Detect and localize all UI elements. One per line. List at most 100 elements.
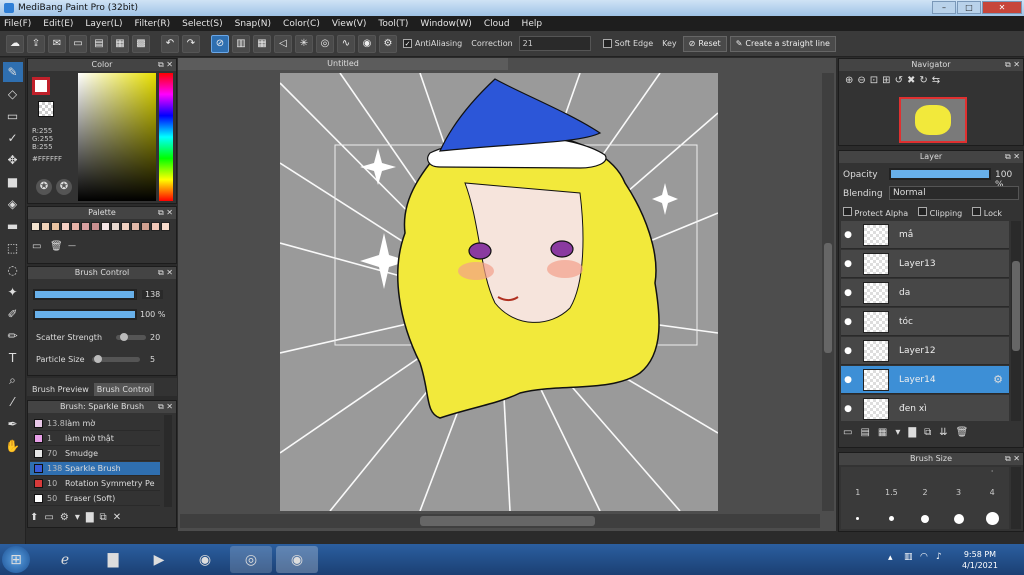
visibility-icon[interactable]: ● — [841, 346, 855, 356]
gradient-tool-icon[interactable]: ▬ — [3, 216, 23, 236]
size-dot-xs[interactable] — [841, 508, 875, 529]
color-picker-icon[interactable]: ✪ — [56, 179, 72, 195]
new-layer-icon[interactable]: ▭ — [843, 427, 852, 443]
close-icon[interactable]: ⧉ ✕ — [1005, 151, 1020, 163]
reset-button[interactable]: ⊘ Reset — [682, 35, 727, 52]
size-dot-l[interactable] — [942, 508, 976, 529]
check-tool-icon[interactable]: ✓ — [3, 128, 23, 148]
soft-edge-checkbox[interactable] — [602, 39, 612, 48]
horizontal-scroll-thumb[interactable] — [420, 516, 595, 526]
new-file-icon[interactable]: ▭ — [69, 34, 87, 53]
palette-swatch[interactable] — [61, 222, 70, 231]
visibility-icon[interactable]: ● — [841, 259, 855, 269]
select-pen-tool-icon[interactable]: ✐ — [3, 304, 23, 324]
brush-list-item[interactable]: 13.8 làm mờ — [30, 417, 160, 431]
brush-list-item[interactable]: 138 Sparkle Brush — [30, 462, 160, 476]
protect-alpha-option[interactable]: Protect Alpha — [843, 207, 908, 218]
close-icon[interactable]: ⧉ ✕ — [1005, 453, 1020, 465]
drawing-canvas[interactable] — [280, 73, 718, 511]
snap-concentric-icon[interactable]: ◉ — [358, 34, 376, 53]
tab-brush-preview[interactable]: Brush Preview — [29, 383, 92, 396]
comment-icon[interactable]: ✉ — [48, 34, 66, 53]
fit-window-icon[interactable]: ⊡ — [870, 75, 878, 93]
brush-tool-icon[interactable]: ✎ — [2, 62, 23, 82]
size-option-4[interactable]: 4 — [975, 488, 1009, 509]
navigator-preview[interactable] — [899, 97, 967, 143]
flip-icon[interactable]: ⇆ — [932, 75, 940, 93]
menu-edit[interactable]: Edit(E) — [43, 19, 73, 29]
layer-row[interactable]: ● tóc — [841, 308, 1009, 336]
visibility-icon[interactable]: ● — [841, 404, 855, 414]
brush-copy-icon[interactable]: ⧉ — [100, 512, 107, 523]
blending-select[interactable]: Normal — [889, 186, 1019, 200]
chrome-icon[interactable]: ◉ — [184, 546, 226, 573]
layer-settings-icon[interactable]: ⚙ — [993, 373, 1003, 386]
brush-size-value[interactable]: 138 — [142, 290, 164, 299]
brush-list-scrollbar[interactable] — [164, 415, 172, 507]
size-dot-s[interactable] — [875, 508, 909, 529]
palette-swatch[interactable] — [31, 222, 40, 231]
menu-tool[interactable]: Tool(T) — [378, 19, 408, 29]
menu-file[interactable]: File(F) — [4, 19, 31, 29]
close-icon[interactable]: ⧉ ✕ — [158, 59, 173, 71]
zoom-in-icon[interactable]: ⊕ — [845, 75, 853, 93]
brush-list-item[interactable]: 50 Eraser (Soft) — [30, 492, 160, 506]
layer-row[interactable]: ● da — [841, 279, 1009, 307]
scatter-strength-slider[interactable] — [116, 333, 146, 341]
size-option-1.5[interactable]: 1.5 — [875, 488, 909, 509]
palette-swatch[interactable] — [111, 222, 120, 231]
antialiasing-checkbox[interactable]: ✓ — [403, 39, 412, 48]
layer-scroll-thumb[interactable] — [1012, 261, 1020, 351]
palette-swatch[interactable] — [81, 222, 90, 231]
minimize-button[interactable]: – — [932, 1, 956, 14]
canvas-horizontal-scrollbar[interactable] — [180, 514, 820, 528]
scatter-strength-knob[interactable] — [120, 333, 129, 341]
palette-more-icon[interactable]: — — [68, 241, 76, 250]
cloud-icon[interactable]: ☁ — [6, 34, 24, 53]
green-app-icon[interactable]: ◎ — [230, 546, 272, 573]
add-brush-icon[interactable]: ⬆ — [30, 512, 38, 523]
save-icon[interactable]: ▤ — [90, 34, 108, 53]
layer-row[interactable]: ● Layer13 — [841, 250, 1009, 278]
hue-slider[interactable] — [159, 73, 173, 201]
tab-brush-control[interactable]: Brush Control — [93, 383, 155, 396]
menu-color[interactable]: Color(C) — [283, 19, 320, 29]
snap-parallel-icon[interactable]: ▥ — [232, 34, 250, 53]
brush-tag-icon[interactable]: ▾ — [75, 512, 80, 523]
text-tool-icon[interactable]: T — [3, 348, 23, 368]
pen-tool-icon[interactable]: ✒ — [3, 414, 23, 434]
eraser-tool-icon[interactable]: ◇ — [3, 84, 23, 104]
palette-swatch[interactable] — [121, 222, 130, 231]
layer-opacity-slider[interactable] — [889, 168, 991, 180]
size-option-3[interactable]: 3 — [942, 488, 976, 509]
close-icon[interactable]: ⧉ ✕ — [158, 207, 173, 219]
brush-settings-icon[interactable]: ⚙ — [60, 512, 69, 523]
rotate-right-icon[interactable]: ↻ — [919, 75, 927, 93]
tray-network-icon[interactable]: ▥ — [904, 552, 913, 562]
actual-size-icon[interactable]: ⊞ — [882, 75, 890, 93]
brush-delete-icon[interactable]: ✕ — [113, 512, 121, 523]
size-option-2[interactable]: 2 — [908, 488, 942, 509]
maximize-button[interactable]: □ — [957, 1, 981, 14]
duplicate-layer-icon[interactable]: ⧉ — [924, 427, 931, 443]
operation-tool-icon[interactable]: ⌕ — [3, 370, 23, 390]
correction-select[interactable]: 21 — [518, 36, 591, 51]
snap-vanish-icon[interactable]: ◁ — [274, 34, 292, 53]
visibility-icon[interactable]: ● — [841, 288, 855, 298]
protect-alpha-checkbox[interactable] — [843, 207, 852, 216]
particle-size-knob[interactable] — [94, 355, 102, 363]
document-tab[interactable]: Untitled — [178, 58, 508, 70]
settings-icon[interactable]: ⚙ — [379, 34, 397, 53]
menu-select[interactable]: Select(S) — [182, 19, 223, 29]
menu-view[interactable]: View(V) — [332, 19, 367, 29]
palette-swatch[interactable] — [141, 222, 150, 231]
close-icon[interactable]: ⧉ ✕ — [158, 401, 173, 413]
menu-filter[interactable]: Filter(R) — [135, 19, 171, 29]
palette-swatch[interactable] — [151, 222, 160, 231]
snap-radial-icon[interactable]: ✳ — [295, 34, 313, 53]
rotate-left-icon[interactable]: ↺ — [895, 75, 903, 93]
tray-wifi-icon[interactable]: ◠ — [920, 552, 928, 562]
palette-swatch[interactable] — [91, 222, 100, 231]
brush-size-slider[interactable] — [33, 289, 137, 300]
layer-folder-icon[interactable]: ▇ — [908, 427, 916, 443]
